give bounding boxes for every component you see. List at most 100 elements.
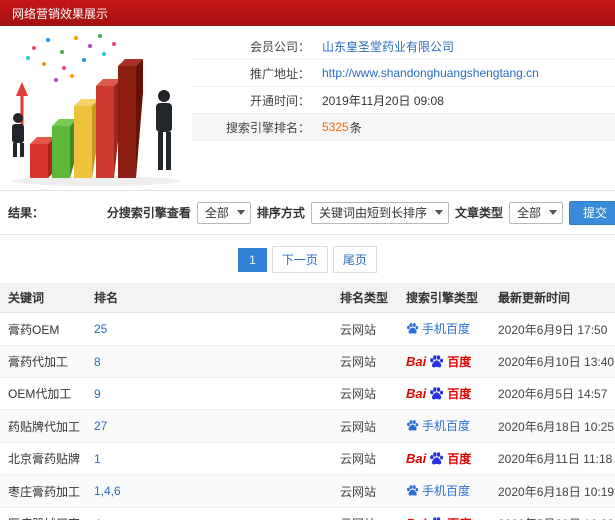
column-header: 关键词 xyxy=(0,283,86,313)
rank-cell[interactable]: 25 xyxy=(86,312,332,346)
businessman-left-icon xyxy=(12,113,24,157)
engine-label: 手机百度 xyxy=(422,322,471,336)
rank-type-cell: 云网站 xyxy=(332,409,398,443)
baidu-paw-icon xyxy=(407,323,419,334)
info-link[interactable]: http://www.shandonghuangshengtang.cn xyxy=(322,66,539,80)
confetti-dots xyxy=(26,34,116,82)
filter-controls: 分搜索引擎查看 全部 排序方式 关键词由短到长排序 文章类型 全部 提交 xyxy=(107,200,615,225)
info-label: 搜索引擎排名： xyxy=(225,120,310,135)
baidu-logo-text: 百度 xyxy=(447,452,472,466)
column-header: 排名 xyxy=(86,283,332,313)
rank-cell[interactable]: 1 xyxy=(86,442,332,475)
table-row: 医疗器械厂家4云网站 Bai 百度 2020年5月29日 10:32 xyxy=(0,507,615,520)
info-row: 开通时间： 2019年11月20日 09:08 xyxy=(192,87,615,114)
table-row: OEM代加工 9 云网站 Bai 百度 2020年6月5日 14:57 xyxy=(0,377,615,410)
baidu-logo-text: Bai xyxy=(406,386,427,401)
article-type-value: 全部 xyxy=(516,206,541,220)
rank-cell[interactable]: 9 xyxy=(86,377,332,410)
baidu-logo-text: Bai xyxy=(406,516,426,520)
bar-chart-illustration xyxy=(12,34,180,186)
rank-type-cell: 云网站 xyxy=(332,377,398,410)
pagination: 1 下一页 尾页 xyxy=(0,235,615,283)
baidu-logo-text: Bai xyxy=(406,354,427,369)
info-label: 推广地址： xyxy=(249,66,310,81)
last-page-button[interactable]: 尾页 xyxy=(332,246,377,273)
baidu-logo-text: 百度 xyxy=(447,355,472,369)
table-body: 膏药OEM 25 云网站 手机百度 2020年6月9日 17:50 膏药代加工 8 云网站 Ba… xyxy=(0,312,615,520)
paw-wrap xyxy=(406,419,419,432)
chevron-down-icon xyxy=(434,210,443,215)
chevron-down-icon xyxy=(236,210,245,215)
rank-cell[interactable]: 1,4,6 xyxy=(86,474,332,508)
info-rows: 会员公司： 山东皇圣堂药业有限公司 推广地址： http://www.shandong… xyxy=(192,26,615,141)
rank-type-cell: 云网站 xyxy=(332,474,398,508)
engine-cell: Bai 百度 xyxy=(398,442,490,475)
result-label: 结果： xyxy=(8,206,45,220)
keyword-cell: 膏药代加工 xyxy=(0,345,86,378)
paw-wrap xyxy=(429,386,444,401)
sort-select[interactable]: 关键词由短到长排序 xyxy=(310,201,449,224)
mobile-baidu-logo: 手机百度 xyxy=(406,320,470,337)
keyword-cell: OEM代加工 xyxy=(0,377,86,410)
info-link[interactable]: 山东皇圣堂药业有限公司 xyxy=(322,38,454,55)
article-type-select[interactable]: 全部 xyxy=(508,201,563,224)
table-row: 北京膏药贴牌 1 云网站 Bai 百度 2020年6月11日 11:18 xyxy=(0,442,615,475)
mobile-baidu-logo: 手机百度 xyxy=(406,417,470,434)
baidu-paw-icon xyxy=(407,485,419,496)
businessman-right-icon xyxy=(156,90,172,170)
engine-label: 手机百度 xyxy=(422,484,471,498)
baidu-paw-icon xyxy=(433,517,441,520)
bar-icons xyxy=(30,59,143,178)
updated-cell: 2020年6月9日 17:50 xyxy=(490,312,615,346)
engine-cell: 手机百度 xyxy=(398,312,490,346)
rank-type-cell: 云网站 xyxy=(332,442,398,475)
ranking-table: 关键词 排名 排名类型 搜索引擎类型 最新更新时间 膏药OEM 25 云网站 手机百度 2020… xyxy=(0,283,615,520)
baidu-paw-icon xyxy=(430,355,444,368)
table-header-row: 关键词 排名 排名类型 搜索引擎类型 最新更新时间 xyxy=(0,283,615,313)
updated-cell: 2020年6月18日 10:25 xyxy=(490,409,615,443)
paw-wrap xyxy=(406,322,419,335)
sort-label: 排序方式 xyxy=(256,206,305,220)
keyword-cell: 北京膏药贴牌 xyxy=(0,442,86,475)
paw-wrap xyxy=(406,484,419,497)
info-suffix: 条 xyxy=(349,120,362,135)
paw-wrap xyxy=(429,516,444,520)
rank-cell[interactable]: 27 xyxy=(86,409,332,443)
page-title: 网络营销效果展示 xyxy=(12,6,109,21)
rank-cell[interactable]: 4 xyxy=(86,507,332,520)
table-row: 膏药OEM 25 云网站 手机百度 2020年6月9日 17:50 xyxy=(0,312,615,346)
baidu-logo-text: 百度 xyxy=(447,387,472,401)
ranking-count: 5325 xyxy=(322,120,349,134)
engine-filter-select[interactable]: 全部 xyxy=(196,201,251,224)
updated-cell: 2020年6月10日 13:40 xyxy=(490,345,615,378)
table-row: 药贴牌代加工 27 云网站 手机百度 2020年6月18日 10:25 xyxy=(0,409,615,443)
baidu-logo-text: 百度 xyxy=(447,515,471,520)
paw-wrap xyxy=(429,354,444,369)
filter-bar: 结果： 分搜索引擎查看 全部 排序方式 关键词由短到长排序 文章类型 全部 提交 xyxy=(0,191,615,235)
next-page-button[interactable]: 下一页 xyxy=(271,246,328,273)
info-row: 推广地址： http://www.shandonghuangshengtang.c… xyxy=(192,60,615,87)
submit-button[interactable]: 提交 xyxy=(568,200,615,225)
column-header: 排名类型 xyxy=(332,283,398,313)
article-type-label: 文章类型 xyxy=(454,206,503,220)
keyword-cell: 膏药OEM xyxy=(0,312,86,346)
info-row: 搜索引擎排名： 5325 条 xyxy=(192,114,615,141)
sort-value: 关键词由短到长排序 xyxy=(318,206,427,220)
engine-cell: Bai 百度 xyxy=(398,345,490,378)
engine-cell: 手机百度 xyxy=(398,409,490,443)
rank-cell[interactable]: 8 xyxy=(86,345,332,378)
baidu-paw-icon xyxy=(430,452,444,465)
baidu-paw-icon xyxy=(407,420,419,431)
rank-type-cell: 云网站 xyxy=(332,345,398,378)
rank-type-cell: 云网站 xyxy=(332,312,398,346)
engine-cell: 手机百度 xyxy=(398,474,490,508)
page-button-current[interactable]: 1 xyxy=(238,247,267,272)
updated-cell: 2020年5月29日 10:32 xyxy=(490,507,615,520)
baidu-logo: Bai 百度 xyxy=(406,353,471,370)
keyword-cell: 枣庄膏药加工 xyxy=(0,474,86,508)
keyword-cell: 药贴牌代加工 xyxy=(0,409,86,443)
table-row: 膏药代加工 8 云网站 Bai 百度 2020年6月10日 13:40 xyxy=(0,345,615,378)
baidu-logo: Bai 百度 xyxy=(406,385,471,402)
info-label: 会员公司： xyxy=(249,39,310,54)
account-info-section: 会员公司： 山东皇圣堂药业有限公司 推广地址： http://www.shandong… xyxy=(0,26,615,191)
